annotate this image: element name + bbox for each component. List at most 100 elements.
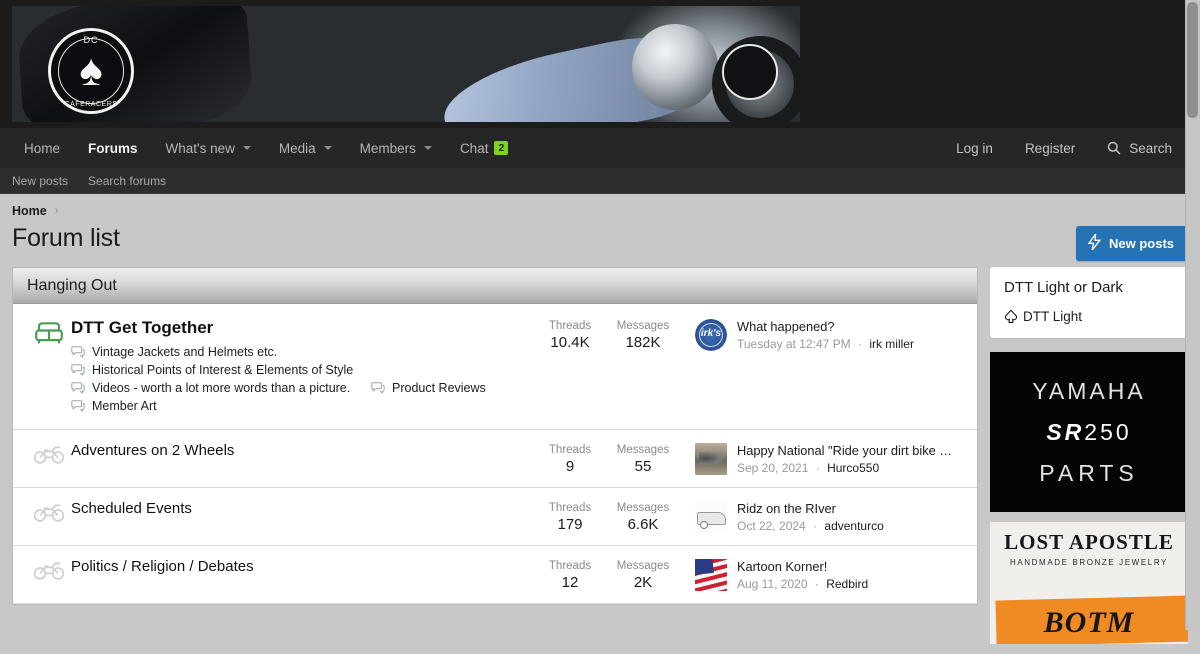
chevron-down-icon[interactable]	[423, 146, 432, 150]
motorcycle-icon	[27, 500, 71, 522]
register-link[interactable]: Register	[1009, 128, 1091, 168]
category-header[interactable]: Hanging Out	[13, 268, 977, 304]
secondary-patch-graphic	[722, 44, 778, 100]
last-post-meta: Aug 11, 2020 · Redbird	[737, 577, 868, 591]
nav-item-home[interactable]: Home	[12, 128, 74, 168]
avatar-text: irk's	[700, 328, 722, 339]
messages-value: 6.6K	[627, 516, 659, 533]
forum-node-title[interactable]: Adventures on 2 Wheels	[71, 442, 530, 459]
threads-label: Threads	[548, 320, 592, 332]
last-post-text: Kartoon Korner! Aug 11, 2020 · Redbird	[737, 559, 868, 591]
motorcycle-icon	[27, 442, 71, 464]
subnav-item-search-forums[interactable]: Search forums	[78, 174, 176, 188]
comment-bubble-icon	[71, 364, 85, 376]
lost-apostle-ad[interactable]: LOST APOSTLE HANDMADE BRONZE JEWELRY BOT…	[990, 522, 1188, 644]
comment-bubble-icon	[71, 400, 85, 412]
yamaha-sr250-parts-ad[interactable]: YAMAHA SR250 PARTS	[990, 352, 1188, 512]
forum-node-main: Politics / Religion / Debates	[71, 558, 540, 575]
last-post-date[interactable]: Tuesday at 12:47 PM	[737, 337, 851, 351]
ad-title: LOST APOSTLE	[1004, 530, 1174, 554]
subforum-label: Vintage Jackets and Helmets etc.	[92, 345, 278, 359]
meta-separator: ·	[814, 577, 819, 591]
meta-separator: ·	[815, 461, 820, 475]
last-post-title[interactable]: Ridz on the RIver	[737, 501, 884, 516]
subforum-link[interactable]: Vintage Jackets and Helmets etc.	[71, 345, 501, 359]
meta-separator: ·	[857, 337, 862, 351]
subforum-label: Historical Points of Interest & Elements…	[92, 363, 354, 377]
last-post-date[interactable]: Sep 20, 2021	[737, 461, 808, 475]
subforum-label: Product Reviews	[392, 381, 486, 395]
last-post-user[interactable]: Hurco550	[827, 461, 879, 475]
messages-value: 55	[634, 458, 652, 475]
nav-item-label: Members	[359, 140, 416, 156]
scrollbar-thumb[interactable]	[1187, 2, 1198, 118]
nav-item-chat[interactable]: Chat 2	[446, 128, 522, 168]
search-button[interactable]: Search	[1091, 128, 1188, 168]
messages-label: Messages	[616, 560, 670, 572]
motorcycle-icon	[27, 558, 71, 580]
nav-item-whats-new[interactable]: What's new	[152, 128, 265, 168]
nav-item-forums[interactable]: Forums	[74, 128, 152, 168]
truck-sketch-avatar	[695, 501, 727, 533]
last-post-user[interactable]: Redbird	[826, 577, 868, 591]
subforum-link[interactable]: Member Art	[71, 399, 501, 413]
main-navigation: Home Forums What's new Media Members Cha…	[0, 128, 1200, 168]
dirt-bike-photo-avatar	[695, 443, 727, 475]
forum-node-title[interactable]: Scheduled Events	[71, 500, 530, 517]
last-post-title[interactable]: Happy National "Ride your dirt bike t…	[737, 443, 955, 458]
log-in-link[interactable]: Log in	[940, 128, 1009, 168]
banner-photo: DC ♠ CAFERACERS	[12, 6, 800, 122]
forum-node-row: DTT Get Together Vintage Jackets and Hel…	[13, 304, 977, 430]
avatar[interactable]	[695, 559, 727, 591]
threads-value: 179	[557, 516, 583, 533]
last-post-date[interactable]: Aug 11, 2020	[737, 577, 808, 591]
avatar[interactable]	[695, 501, 727, 533]
avatar[interactable]	[695, 443, 727, 475]
category-title: Hanging Out	[27, 276, 117, 294]
ad-subtitle: HANDMADE BRONZE JEWELRY	[1009, 558, 1168, 567]
breadcrumb-home[interactable]: Home	[12, 204, 47, 218]
subforum-list: Vintage Jackets and Helmets etc. Histori	[71, 345, 501, 417]
subforum-link[interactable]: Videos - worth a lot more words than a p…	[71, 381, 371, 395]
breadcrumb: Home ›	[0, 194, 1200, 218]
ad-content: LOST APOSTLE HANDMADE BRONZE JEWELRY BOT…	[990, 522, 1188, 644]
threads-value: 9	[565, 458, 575, 475]
forum-node-title[interactable]: Politics / Religion / Debates	[71, 558, 530, 575]
last-post-user[interactable]: adventurco	[824, 519, 883, 533]
nav-item-members[interactable]: Members	[346, 128, 446, 168]
nav-item-media[interactable]: Media	[265, 128, 346, 168]
ad-line-2: SR250	[1046, 419, 1131, 446]
chevron-down-icon[interactable]	[242, 146, 251, 150]
register-label: Register	[1024, 140, 1076, 156]
subnav-item-new-posts[interactable]: New posts	[12, 174, 78, 188]
threads-label: Threads	[548, 444, 592, 456]
new-posts-button[interactable]: New posts	[1075, 226, 1188, 261]
chevron-down-icon[interactable]	[323, 146, 332, 150]
headlight-graphic	[632, 24, 718, 110]
subforum-link[interactable]: Product Reviews	[371, 381, 486, 395]
page-root: DC ♠ CAFERACERS Home Forums What's new M…	[0, 0, 1200, 644]
last-post-user[interactable]: irk miller	[869, 337, 914, 351]
style-option-dtt-light[interactable]: DTT Light	[1004, 309, 1174, 324]
last-post-meta: Oct 22, 2024 · adventurco	[737, 519, 884, 533]
forum-list-column: Hanging Out DTT Get Together Vintage Jac…	[12, 267, 978, 605]
threads-value: 12	[561, 574, 579, 591]
patch-top-text: DC	[83, 35, 99, 45]
last-post-date[interactable]: Oct 22, 2024	[737, 519, 806, 533]
ad-line-2-rest: 250	[1084, 418, 1132, 445]
comment-bubble-icon	[71, 382, 85, 394]
last-post-title[interactable]: Kartoon Korner!	[737, 559, 868, 574]
nav-item-label: Forums	[88, 140, 138, 156]
threads-stat: Threads 12	[540, 558, 600, 591]
messages-stat: Messages 55	[613, 442, 673, 475]
forum-node-title[interactable]: DTT Get Together	[71, 318, 530, 338]
avatar[interactable]: irk's	[695, 319, 727, 351]
chat-unread-badge: 2	[494, 140, 509, 156]
page-scrollbar[interactable]	[1185, 0, 1200, 630]
subforum-link[interactable]: Historical Points of Interest & Elements…	[71, 363, 501, 377]
last-post-title[interactable]: What happened?	[737, 319, 914, 334]
sofa-icon	[27, 318, 71, 346]
threads-label: Threads	[548, 560, 592, 572]
last-post-meta: Tuesday at 12:47 PM · irk miller	[737, 337, 914, 351]
threads-stat: Threads 10.4K	[540, 318, 600, 351]
